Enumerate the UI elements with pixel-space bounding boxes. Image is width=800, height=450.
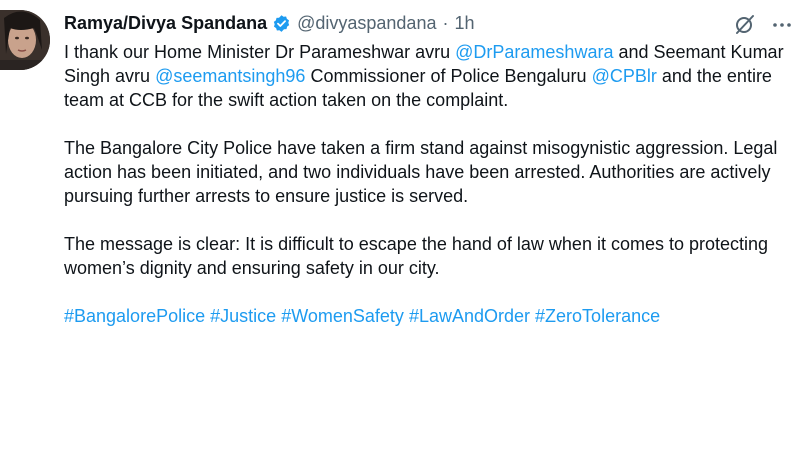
tweet-header: Ramya/Divya Spandana @divyaspandana · 1h (64, 10, 475, 36)
mention-link[interactable]: @CPBlr (592, 66, 657, 86)
verified-badge-icon[interactable] (272, 14, 291, 33)
hashtag-link[interactable]: #Justice (210, 306, 276, 326)
hashtag-link[interactable]: #BangalorePolice (64, 306, 205, 326)
separator-dot: · (442, 12, 449, 33)
mention-link[interactable]: @DrParameshwara (455, 42, 613, 62)
tweet[interactable]: Ramya/Divya Spandana @divyaspandana · 1h… (0, 0, 800, 450)
hashtag-link[interactable]: #LawAndOrder (409, 306, 530, 326)
tweet-text-segment: I thank our Home Minister Dr Parameshwar… (64, 42, 456, 62)
more-options-icon[interactable] (770, 12, 794, 36)
tweet-paragraph-1: I thank our Home Minister Dr Parameshwar… (64, 40, 794, 112)
tweet-text: I thank our Home Minister Dr Parameshwar… (64, 40, 794, 328)
display-name[interactable]: Ramya/Divya Spandana (64, 13, 267, 34)
tweet-paragraph-3: The message is clear: It is difficult to… (64, 234, 769, 278)
tweet-text-segment: Commissioner of Police Bengaluru (305, 66, 592, 86)
mention-link[interactable]: @seemantsingh96 (155, 66, 305, 86)
grok-icon[interactable] (733, 12, 757, 36)
tweet-paragraph-2: The Bangalore City Police have taken a f… (64, 138, 778, 206)
hashtag-link[interactable]: #WomenSafety (281, 306, 404, 326)
timestamp[interactable]: 1h (454, 13, 474, 34)
avatar[interactable] (0, 10, 50, 70)
hashtag-line: #BangalorePolice #Justice #WomenSafety #… (64, 304, 794, 328)
user-handle[interactable]: @divyaspandana (297, 13, 436, 34)
hashtag-link[interactable]: #ZeroTolerance (535, 306, 660, 326)
